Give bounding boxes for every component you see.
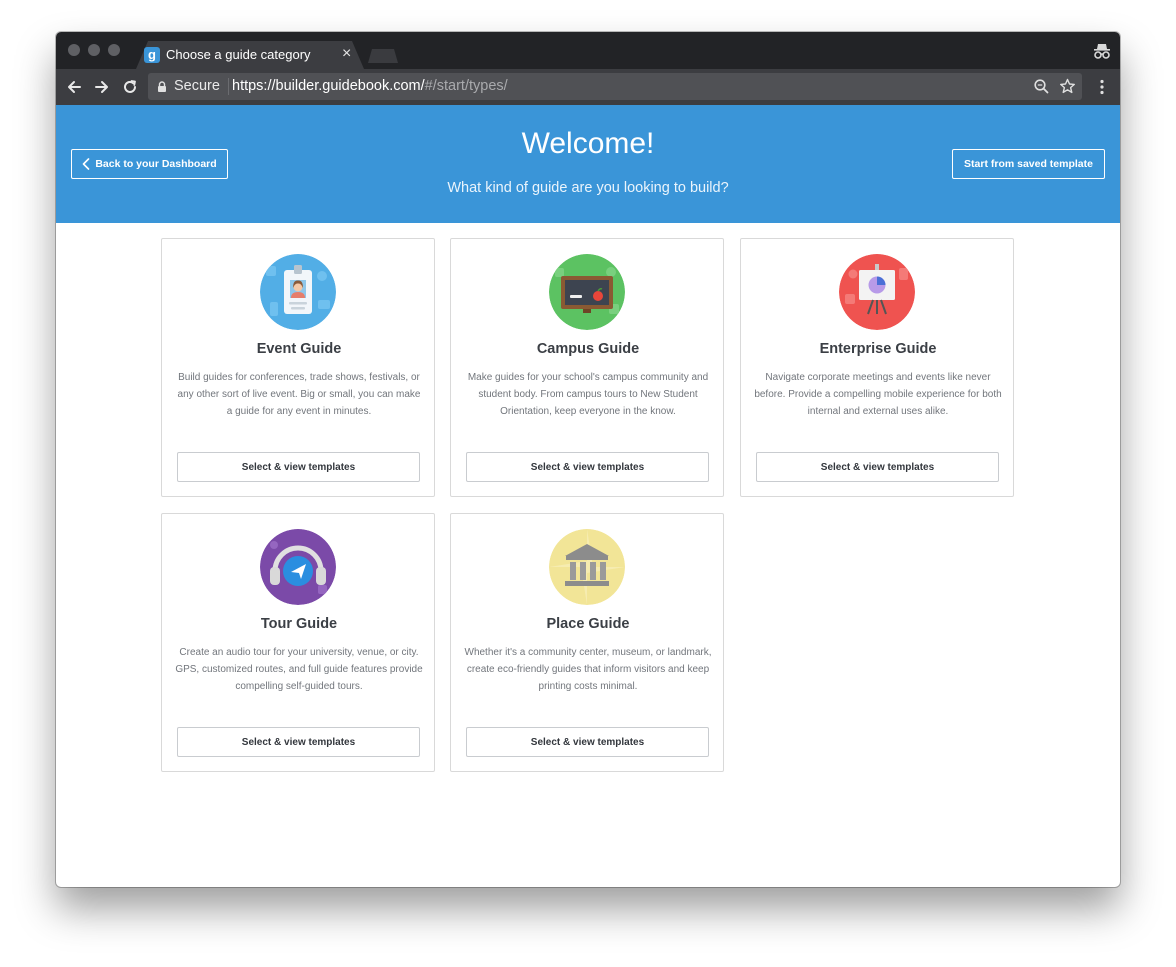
- reload-icon[interactable]: [121, 78, 139, 96]
- place-guide-select-button[interactable]: Select & view templates: [466, 727, 709, 757]
- event-guide-card: Event Guide Build guides for conferences…: [161, 238, 435, 497]
- museum-icon: [549, 529, 625, 605]
- close-window-button[interactable]: [68, 44, 80, 56]
- url-text: https://builder.guidebook.com/#/start/ty…: [232, 78, 508, 94]
- minimize-window-button[interactable]: [88, 44, 100, 56]
- event-guide-select-button[interactable]: Select & view templates: [177, 452, 420, 482]
- card-title: Event Guide: [256, 341, 342, 357]
- id-badge-icon: [260, 254, 336, 330]
- secure-label: Secure: [174, 78, 220, 94]
- favicon-icon: g: [144, 47, 160, 63]
- card-title: Place Guide: [546, 616, 630, 632]
- welcome-header: Back to your Dashboard Welcome! What kin…: [56, 105, 1120, 223]
- page-subtitle: What kind of guide are you looking to bu…: [447, 180, 729, 196]
- card-description: Make guides for your school's campus com…: [467, 372, 709, 417]
- enterprise-guide-card: Enterprise Guide Navigate corporate meet…: [740, 238, 1014, 497]
- zoom-icon[interactable]: [1033, 78, 1050, 95]
- url-path: #/start/types/: [424, 78, 508, 94]
- url-host: https://builder.guidebook.com/: [232, 78, 425, 94]
- tab-title: Choose a guide category: [166, 47, 311, 62]
- browser-toolbar: Secure https://builder.guidebook.com/#/s…: [56, 69, 1120, 105]
- tab-strip: g Choose a guide category ×: [56, 32, 1120, 69]
- audio-tour-icon: [260, 529, 336, 605]
- card-description: Navigate corporate meetings and events l…: [754, 372, 1002, 417]
- place-guide-card: Place Guide Whether it's a community cen…: [450, 513, 724, 772]
- zoom-window-button[interactable]: [108, 44, 120, 56]
- forward-arrow-icon[interactable]: [93, 78, 111, 96]
- card-title: Tour Guide: [260, 616, 338, 632]
- campus-guide-card: Campus Guide Make guides for your school…: [450, 238, 724, 497]
- card-title: Enterprise Guide: [819, 341, 937, 357]
- incognito-icon: [1094, 44, 1110, 59]
- tour-guide-select-button[interactable]: Select & view templates: [177, 727, 420, 757]
- saved-template-label: Start from saved template: [964, 158, 1093, 170]
- browser-window: g Choose a guide category × Secure https…: [56, 32, 1120, 887]
- start-from-saved-template-button[interactable]: Start from saved template: [952, 149, 1105, 179]
- card-title: Campus Guide: [536, 341, 640, 357]
- new-tab-button[interactable]: [368, 49, 398, 63]
- back-arrow-icon[interactable]: [65, 78, 83, 96]
- chalkboard-icon: [549, 254, 625, 330]
- card-description: Build guides for conferences, trade show…: [177, 372, 421, 417]
- browser-menu-icon[interactable]: [1093, 78, 1111, 96]
- enterprise-guide-select-button[interactable]: Select & view templates: [756, 452, 999, 482]
- campus-guide-select-button[interactable]: Select & view templates: [466, 452, 709, 482]
- lock-icon: [158, 81, 166, 92]
- bookmark-star-icon[interactable]: [1059, 78, 1076, 95]
- address-separator: [228, 78, 229, 95]
- card-description: Whether it's a community center, museum,…: [464, 647, 712, 692]
- card-description: Create an audio tour for your university…: [175, 647, 423, 692]
- presentation-icon: [839, 254, 915, 330]
- tour-guide-card: Tour Guide Create an audio tour for your…: [161, 513, 435, 772]
- tab-close-icon[interactable]: ×: [342, 45, 351, 63]
- address-bar[interactable]: Secure https://builder.guidebook.com/#/s…: [148, 73, 1082, 100]
